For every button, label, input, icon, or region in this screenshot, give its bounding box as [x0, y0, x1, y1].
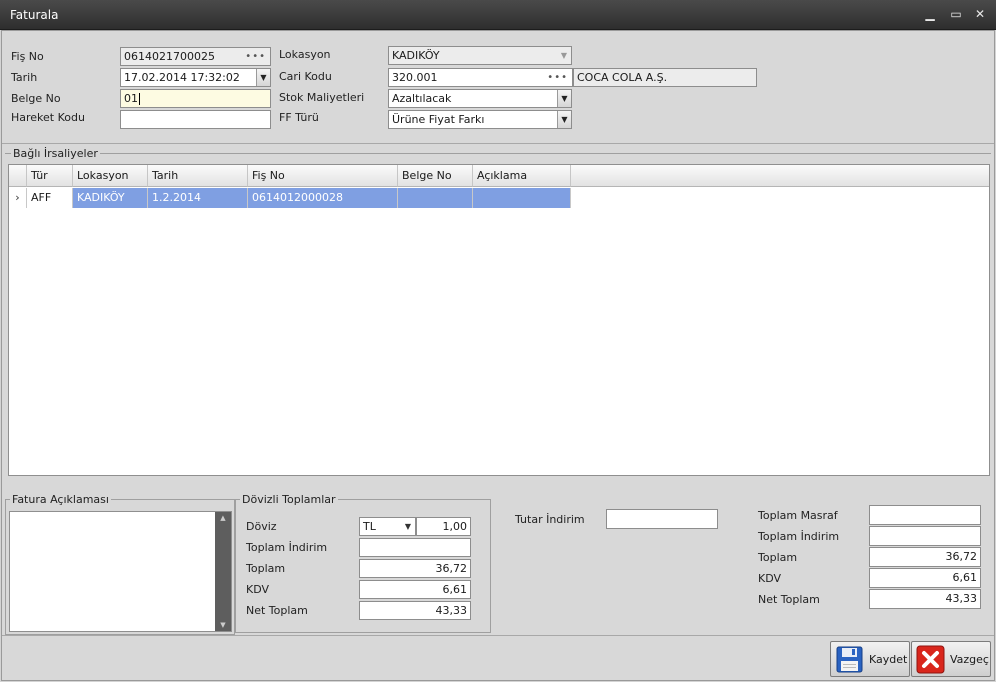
belge-no-label: Belge No [11, 92, 61, 105]
dv-toplam-indirim-label: Toplam İndirim [246, 541, 328, 554]
fatura-aciklamasi-title: Fatura Açıklaması [10, 493, 111, 506]
stok-maliyetleri-label: Stok Maliyetleri [279, 91, 365, 104]
scrollbar[interactable]: ▲ ▼ [215, 512, 231, 631]
doviz-rate-field[interactable]: 1,00 [416, 517, 471, 536]
ellipsis-icon[interactable]: ••• [547, 69, 568, 86]
scroll-up-icon[interactable]: ▲ [215, 514, 231, 522]
cari-kodu-field[interactable]: 320.001 ••• [388, 68, 573, 87]
cell-fis-no[interactable]: 0614012000028 [248, 188, 398, 208]
doviz-select[interactable]: TL ▼ [359, 517, 416, 536]
stok-maliyetleri-select[interactable]: Azaltılacak ▼ [388, 89, 572, 108]
toplam-indirim-field[interactable] [869, 526, 981, 546]
chevron-down-icon[interactable]: ▼ [557, 90, 571, 107]
divider [2, 143, 994, 144]
cari-kodu-value: 320.001 [392, 71, 438, 84]
cari-name-value: COCA COLA A.Ş. [577, 71, 668, 84]
tarih-value: 17.02.2014 17:32:02 [124, 71, 240, 84]
doviz-label: Döviz [246, 520, 277, 533]
lokasyon-label: Lokasyon [279, 48, 331, 61]
grid-header-aciklama[interactable]: Açıklama [473, 165, 571, 187]
fatura-aciklamasi-textarea[interactable]: ▲ ▼ [9, 511, 232, 632]
ff-turu-label: FF Türü [279, 111, 319, 124]
net-toplam-field[interactable]: 43,33 [869, 589, 981, 609]
lokasyon-value: KADIKÖY [392, 49, 440, 62]
bagli-irsaliyeler-title: Bağlı İrsaliyeler [11, 147, 100, 160]
doviz-currency: TL [363, 520, 376, 533]
row-indicator-icon: › [9, 188, 27, 208]
dv-kdv-field[interactable]: 6,61 [359, 580, 471, 599]
toplam-field[interactable]: 36,72 [869, 547, 981, 567]
toplam-indirim-label: Toplam İndirim [758, 530, 840, 543]
cell-lokasyon[interactable]: KADIKÖY [73, 188, 148, 208]
cell-tarih[interactable]: 1.2.2014 [148, 188, 248, 208]
cell-belge-no[interactable] [398, 188, 473, 208]
grid-header-lokasyon[interactable]: Lokasyon [73, 165, 148, 187]
grid-header-tarih[interactable]: Tarih [148, 165, 248, 187]
fis-no-value: 0614021700025 [124, 50, 215, 63]
grid-header-filler [571, 165, 989, 187]
fis-no-field[interactable]: 0614021700025 ••• [120, 47, 271, 66]
chevron-down-icon[interactable]: ▼ [557, 47, 571, 64]
dv-toplam-field[interactable]: 36,72 [359, 559, 471, 578]
dv-net-toplam-label: Net Toplam [246, 604, 308, 617]
scroll-down-icon[interactable]: ▼ [215, 621, 231, 629]
tutar-indirim-label: Tutar İndirim [515, 513, 585, 526]
kdv-field[interactable]: 6,61 [869, 568, 981, 588]
stok-maliyetleri-value: Azaltılacak [392, 92, 452, 105]
toplam-masraf-field[interactable] [869, 505, 981, 525]
irsaliye-grid[interactable]: Tür Lokasyon Tarih Fiş No Belge No Açıkl… [8, 164, 990, 476]
dv-net-toplam-field[interactable]: 43,33 [359, 601, 471, 620]
grid-header-indicator [9, 165, 27, 187]
toplam-label: Toplam [758, 551, 798, 564]
cari-name-field: COCA COLA A.Ş. [573, 68, 757, 87]
dv-kdv-label: KDV [246, 583, 270, 596]
grid-header-belge-no[interactable]: Belge No [398, 165, 473, 187]
tutar-indirim-field[interactable] [606, 509, 718, 529]
tarih-label: Tarih [11, 71, 38, 84]
cancel-label: Vazgeç [950, 653, 989, 666]
belge-no-value: 01 [124, 92, 138, 105]
save-label: Kaydet [869, 653, 908, 666]
fis-no-label: Fiş No [11, 50, 44, 63]
net-toplam-label: Net Toplam [758, 593, 820, 606]
grid-header-tur[interactable]: Tür [27, 165, 73, 187]
kdv-label: KDV [758, 572, 782, 585]
cari-kodu-label: Cari Kodu [279, 70, 332, 83]
hareket-kodu-label: Hareket Kodu [11, 111, 85, 124]
ff-turu-select[interactable]: Ürüne Fiyat Farkı ▼ [388, 110, 572, 129]
hareket-kodu-field[interactable] [120, 110, 271, 129]
close-icon[interactable]: ✕ [972, 6, 988, 22]
cell-aciklama[interactable] [473, 188, 571, 208]
form-body: Fiş No 0614021700025 ••• Tarih 17.02.201… [1, 30, 995, 681]
dv-toplam-label: Toplam [246, 562, 286, 575]
tarih-field[interactable]: 17.02.2014 17:32:02 ▼ [120, 68, 271, 87]
cancel-x-icon [916, 645, 945, 674]
toplam-masraf-label: Toplam Masraf [758, 509, 838, 522]
dovizli-toplamlar-title: Dövizli Toplamlar [240, 493, 338, 506]
belge-no-field[interactable]: 01 [120, 89, 271, 108]
floppy-disk-icon [836, 646, 863, 673]
chevron-down-icon[interactable]: ▼ [557, 111, 571, 128]
grid-header-fis-no[interactable]: Fiş No [248, 165, 398, 187]
ff-turu-value: Ürüne Fiyat Farkı [392, 113, 485, 126]
maximize-icon[interactable]: ▭ [948, 6, 964, 22]
text-caret [139, 93, 140, 105]
title-bar[interactable]: Faturala ▁ ▭ ✕ [0, 0, 996, 30]
save-button[interactable]: Kaydet [830, 641, 910, 677]
window-title: Faturala [10, 8, 59, 22]
dv-toplam-indirim-field[interactable] [359, 538, 471, 557]
lokasyon-field[interactable]: KADIKÖY ▼ [388, 46, 572, 65]
minimize-icon[interactable]: ▁ [922, 6, 938, 22]
chevron-down-icon[interactable]: ▼ [256, 69, 270, 86]
ellipsis-icon[interactable]: ••• [245, 48, 266, 65]
cell-tur[interactable]: AFF [27, 188, 73, 208]
divider [2, 635, 994, 636]
chevron-down-icon[interactable]: ▼ [401, 518, 415, 535]
cancel-button[interactable]: Vazgeç [911, 641, 991, 677]
